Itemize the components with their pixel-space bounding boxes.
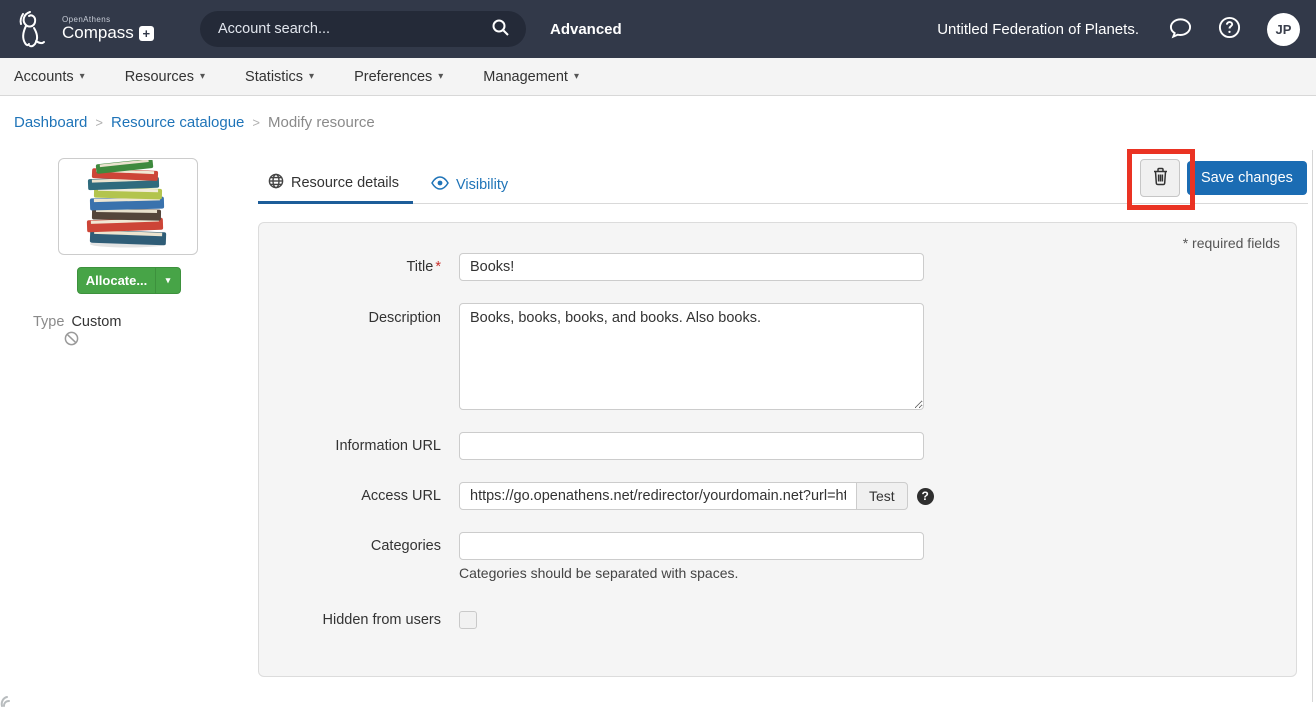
categories-label: Categories (259, 532, 459, 581)
menu-item-statistics[interactable]: Statistics ▾ (245, 69, 314, 85)
top-navbar: OpenAthens Compass + Advanced Untitled F… (0, 0, 1316, 58)
breadcrumb: Dashboard > Resource catalogue > Modify … (14, 114, 375, 131)
save-changes-button[interactable]: Save changes (1187, 161, 1307, 195)
openathens-watermark-icon (0, 694, 20, 712)
chevron-down-icon: ▾ (156, 275, 180, 286)
menu-item-label: Accounts (14, 69, 74, 85)
access-url-field-row: Access URL Test ? (259, 482, 1296, 510)
breadcrumb-current-page: Modify resource (268, 114, 375, 131)
resource-image-card (58, 158, 198, 255)
breadcrumb-separator: > (95, 115, 103, 130)
account-search-input[interactable] (218, 21, 489, 37)
openathens-logo-icon (16, 8, 54, 50)
tab-visibility[interactable]: Visibility (421, 176, 522, 204)
menu-item-label: Resources (125, 69, 194, 85)
tab-label: Resource details (291, 175, 399, 191)
page-right-border (1312, 150, 1313, 702)
breadcrumb-dashboard-link[interactable]: Dashboard (14, 114, 87, 131)
title-field-row: Title* (259, 253, 1296, 281)
help-button[interactable] (1218, 16, 1241, 42)
hidden-from-users-checkbox[interactable] (459, 611, 477, 629)
breadcrumb-separator: > (252, 115, 260, 130)
chevron-down-icon: ▾ (438, 72, 443, 82)
search-icon (491, 18, 510, 40)
eye-icon (431, 176, 449, 194)
resource-details-panel: * required fields Title* Description Boo… (258, 222, 1297, 677)
information-url-label: Information URL (259, 432, 459, 460)
chat-button[interactable] (1169, 17, 1192, 42)
resource-type-row: Type Custom (33, 314, 121, 330)
delete-resource-button[interactable] (1140, 159, 1180, 197)
help-circle-icon (1218, 16, 1241, 42)
chevron-down-icon: ▾ (80, 72, 85, 82)
menu-item-label: Management (483, 69, 568, 85)
compass-plus-icon: + (139, 26, 154, 41)
chevron-down-icon: ▾ (200, 72, 205, 82)
description-field-row: Description Books, books, books, and boo… (259, 303, 1296, 410)
chevron-down-icon: ▾ (574, 72, 579, 82)
organisation-name: Untitled Federation of Planets. (937, 21, 1139, 38)
search-button[interactable] (489, 16, 512, 42)
information-url-field-row: Information URL (259, 432, 1296, 460)
description-label: Description (259, 303, 459, 410)
hidden-from-users-row: Hidden from users (259, 606, 1296, 634)
allocate-button-label: Allocate... (78, 273, 155, 288)
menu-item-accounts[interactable]: Accounts ▾ (14, 69, 85, 85)
tab-label: Visibility (456, 177, 508, 193)
access-url-input[interactable] (459, 482, 857, 510)
menu-item-management[interactable]: Management ▾ (483, 69, 579, 85)
trash-icon (1152, 167, 1169, 189)
required-asterisk: * (435, 259, 441, 275)
chevron-down-icon: ▾ (309, 72, 314, 82)
description-textarea[interactable]: Books, books, books, and books. Also boo… (459, 303, 924, 410)
categories-help-text: Categories should be separated with spac… (459, 565, 924, 581)
title-label: Title* (259, 253, 459, 281)
hidden-from-users-label: Hidden from users (259, 606, 459, 634)
access-url-help-icon[interactable]: ? (917, 488, 934, 505)
menu-item-resources[interactable]: Resources ▾ (125, 69, 205, 85)
test-url-button[interactable]: Test (856, 482, 908, 510)
type-value: Custom (71, 314, 121, 330)
categories-field-row: Categories Categories should be separate… (259, 532, 1296, 581)
type-label: Type (33, 314, 64, 330)
menu-item-preferences[interactable]: Preferences ▾ (354, 69, 443, 85)
openathens-brand[interactable]: OpenAthens Compass + (16, 8, 200, 50)
title-input[interactable] (459, 253, 924, 281)
main-menu-bar: Accounts ▾ Resources ▾ Statistics ▾ Pref… (0, 58, 1316, 96)
account-search-box[interactable] (200, 11, 526, 47)
menu-item-label: Statistics (245, 69, 303, 85)
menu-item-label: Preferences (354, 69, 432, 85)
user-avatar[interactable]: JP (1267, 13, 1300, 46)
allocate-button[interactable]: Allocate... ▾ (77, 267, 181, 294)
advanced-search-link[interactable]: Advanced (550, 21, 622, 38)
breadcrumb-resource-catalogue-link[interactable]: Resource catalogue (111, 114, 244, 131)
required-fields-note: * required fields (259, 223, 1296, 253)
information-url-input[interactable] (459, 432, 924, 460)
tab-resource-details[interactable]: Resource details (258, 173, 413, 204)
book-stack-image (72, 160, 184, 253)
globe-icon (268, 173, 284, 193)
ban-icon (64, 331, 79, 351)
access-url-label: Access URL (259, 482, 459, 510)
brand-compass-label: Compass (62, 24, 134, 42)
chat-bubble-icon (1169, 17, 1192, 42)
categories-input[interactable] (459, 532, 924, 560)
